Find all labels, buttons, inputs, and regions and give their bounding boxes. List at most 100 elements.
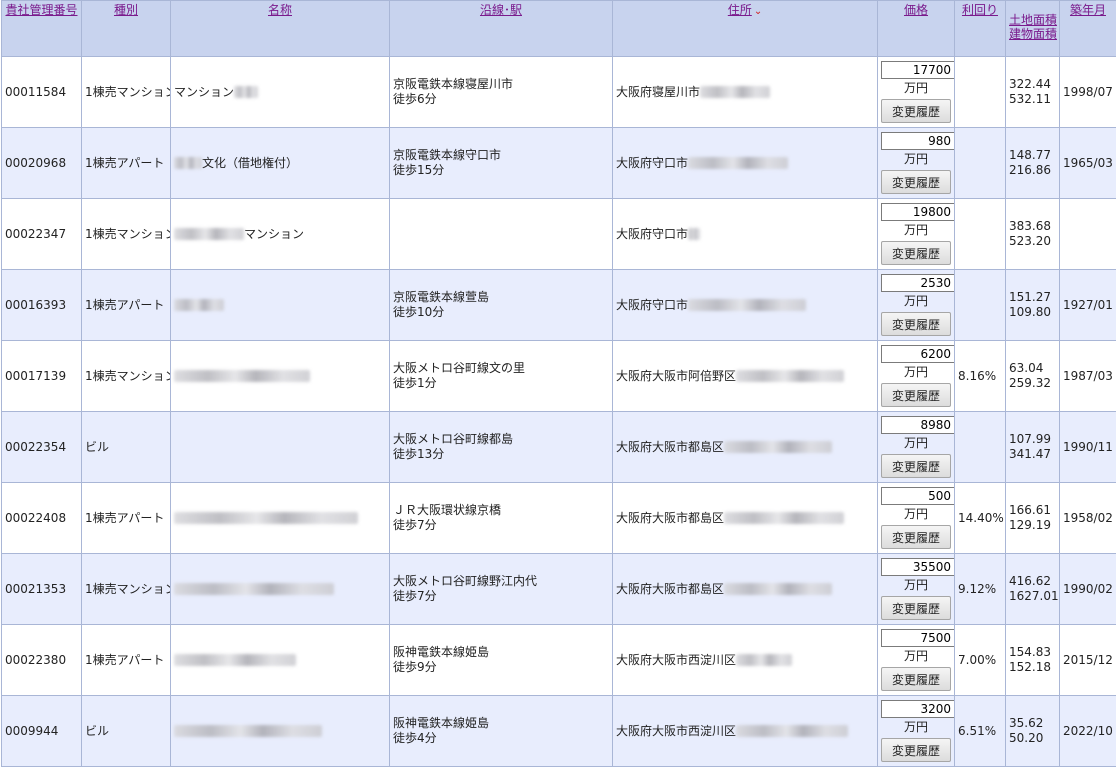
sort-id-link[interactable]: 貴社管理番号 [5,3,77,17]
change-history-button[interactable]: 変更履歴 [881,667,951,691]
yield-value: 14.40% [958,510,1004,525]
land-area: 383.68 [1009,219,1051,233]
cell-type: 1棟売マンション [81,340,171,412]
line-station: 大阪メトロ谷町線文の里 [393,361,526,375]
change-history-button[interactable]: 変更履歴 [881,170,951,194]
walk-time: 徒歩13分 [393,447,445,461]
cell-built: 1998/07 [1059,56,1116,128]
sort-land-area-link[interactable]: 土地面積 [1009,13,1057,27]
address-text: 大阪府大阪市都島区 [616,510,725,525]
cell-address: 大阪府大阪市都島区 [612,411,878,483]
address-text: 大阪府守口市 [616,297,689,312]
cell-address: 大阪府大阪市都島区 [612,553,878,625]
header-yield: 利回り [954,0,1006,57]
price-input[interactable] [881,487,954,505]
built-date: 1958/02 [1063,510,1113,525]
walk-time: 徒歩7分 [393,518,437,532]
cell-name [170,553,390,625]
price-input[interactable] [881,61,954,79]
price-unit: 万円 [903,152,928,166]
cell-yield: 8.16% [954,340,1006,412]
cell-built: 2022/10 [1059,695,1116,767]
management-id: 00016393 [5,297,67,312]
change-history-button[interactable]: 変更履歴 [881,312,951,336]
redacted-text [174,157,202,169]
redacted-text [174,228,244,240]
cell-type: ビル [81,695,171,767]
management-id: 00011584 [5,84,67,99]
redacted-text [724,512,845,524]
sort-type-link[interactable]: 種別 [114,3,138,17]
change-history-button[interactable]: 変更履歴 [881,383,951,407]
change-history-button[interactable]: 変更履歴 [881,241,951,265]
cell-area: 35.62 50.20 [1005,695,1060,767]
price-input[interactable] [881,558,954,576]
price-input[interactable] [881,700,954,718]
cell-name: マンション [170,198,390,270]
building-area: 129.19 [1009,518,1051,532]
cell-built: 1958/02 [1059,482,1116,554]
sort-built-link[interactable]: 築年月 [1070,3,1106,17]
change-history-button[interactable]: 変更履歴 [881,525,951,549]
line-station: 京阪電鉄本線萱島 [393,290,490,304]
price-input[interactable] [881,203,954,221]
change-history-button[interactable]: 変更履歴 [881,596,951,620]
sort-address-link[interactable]: 住所 [728,3,752,17]
price-input[interactable] [881,132,954,150]
built-date: 1927/01 [1063,297,1113,312]
property-row: 00021353 1棟売マンション 大阪メトロ谷町線野江内代 徒歩7分 大阪府大阪… [1,553,1116,625]
price-input[interactable] [881,274,954,292]
cell-address: 大阪府大阪市阿倍野区 [612,340,878,412]
header-line: 沿線･駅 [389,0,613,57]
property-row: 00016393 1棟売アパート 京阪電鉄本線萱島徒歩10分 大阪府守口市 万円… [1,269,1116,341]
cell-built [1059,198,1116,270]
management-id: 0009944 [5,723,59,738]
building-area: 152.18 [1009,660,1051,674]
land-area: 416.62 [1009,574,1051,588]
cell-id: 00017139 [1,340,82,412]
price-input[interactable] [881,416,954,434]
cell-line: 京阪電鉄本線萱島 徒歩10分 [389,269,613,341]
price-unit: 万円 [903,507,928,521]
yield-value: 6.51% [958,723,997,738]
cell-line [389,198,613,270]
price-unit: 万円 [903,223,928,237]
property-type: 1棟売マンション [85,368,171,383]
sort-desc-icon[interactable]: ⌄ [754,6,762,17]
change-history-button[interactable]: 変更履歴 [881,99,951,123]
property-type: 1棟売アパート [85,155,165,170]
sort-name-link[interactable]: 名称 [268,3,292,17]
sort-building-area-link[interactable]: 建物面積 [1009,27,1057,41]
land-area: 322.44 [1009,77,1051,91]
management-id: 00022408 [5,510,67,525]
cell-type: 1棟売アパート [81,624,171,696]
redacted-text [174,370,310,382]
change-history-button[interactable]: 変更履歴 [881,454,951,478]
cell-price: 万円 変更履歴 [877,695,955,767]
sort-yield-link[interactable]: 利回り [962,3,998,17]
header-area: 土地面積 建物面積 [1005,0,1060,57]
cell-line: ＪＲ大阪環状線京橋 徒歩7分 [389,482,613,554]
cell-price: 万円 変更履歴 [877,56,955,128]
walk-time: 徒歩9分 [393,660,437,674]
cell-line: 京阪電鉄本線守口市 徒歩15分 [389,127,613,199]
cell-address: 大阪府寝屋川市 [612,56,878,128]
cell-line: 大阪メトロ谷町線都島 徒歩13分 [389,411,613,483]
cell-name [170,340,390,412]
property-row: 0009944 ビル 阪神電鉄本線姫島徒歩4分 大阪府大阪市西淀川区 万円 変更… [1,695,1116,767]
cell-name [170,482,390,554]
sort-price-link[interactable]: 価格 [904,3,928,17]
price-input[interactable] [881,629,954,647]
sort-line-link[interactable]: 沿線･駅 [480,3,522,17]
header-address: 住所 ⌄ [612,0,878,57]
price-unit: 万円 [903,649,928,663]
property-name: マンション [244,226,305,241]
cell-yield [954,411,1006,483]
cell-built: 1927/01 [1059,269,1116,341]
address-text: 大阪府大阪市西淀川区 [616,652,737,667]
price-input[interactable] [881,345,954,363]
cell-built: 1990/11 [1059,411,1116,483]
change-history-button[interactable]: 変更履歴 [881,738,951,762]
management-id: 00021353 [5,581,67,596]
cell-type: 1棟売マンション [81,553,171,625]
